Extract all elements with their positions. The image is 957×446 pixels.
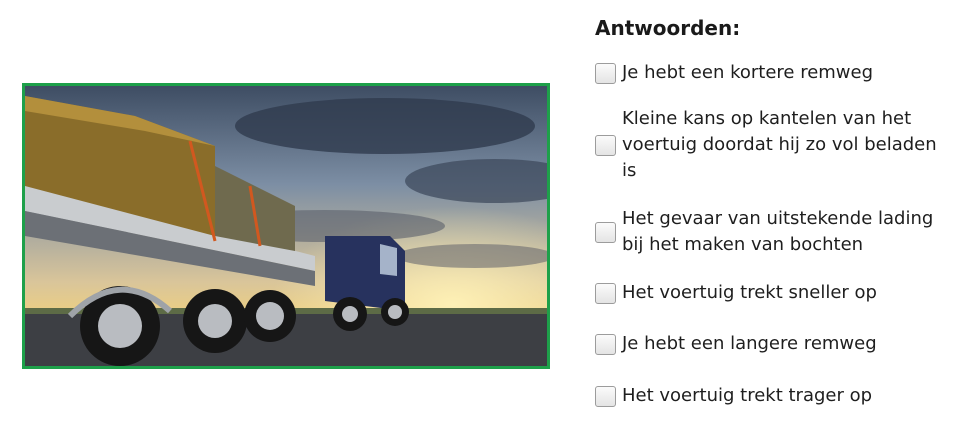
answer-option-6[interactable]: Het voertuig trekt trager op: [595, 383, 945, 409]
answer-label-5: Je hebt een langere remweg: [622, 333, 877, 354]
question-image: [22, 83, 550, 369]
answer-checkbox-4[interactable]: [595, 282, 616, 304]
answer-option-1[interactable]: Je hebt een kortere remweg: [595, 60, 945, 86]
answers-title: Antwoorden:: [595, 16, 741, 40]
answer-label-1: Je hebt een kortere remweg: [622, 62, 874, 83]
answer-checkbox-3[interactable]: [595, 221, 616, 243]
answer-option-4[interactable]: Het voertuig trekt sneller op: [595, 280, 945, 306]
truck-photo: [25, 86, 547, 366]
answer-option-2[interactable]: Kleine kans op kantelen van het voertuig…: [595, 106, 945, 184]
answers-panel: Antwoorden: Je hebt een kortere remweg K…: [595, 14, 945, 407]
answer-option-3[interactable]: Het gevaar van uitstekende lading bij he…: [595, 206, 945, 258]
answer-checkbox-2[interactable]: [595, 134, 616, 156]
answer-label-4: Het voertuig trekt sneller op: [622, 282, 877, 303]
answer-checkbox-1[interactable]: [595, 62, 616, 84]
answer-option-5[interactable]: Je hebt een langere remweg: [595, 331, 945, 357]
answer-label-3: Het gevaar van uitstekende lading bij he…: [622, 208, 934, 255]
answer-label-2: Kleine kans op kantelen van het voertuig…: [622, 108, 937, 181]
answer-checkbox-6[interactable]: [595, 385, 616, 407]
answer-label-6: Het voertuig trekt trager op: [622, 385, 873, 406]
answer-checkbox-5[interactable]: [595, 333, 616, 355]
